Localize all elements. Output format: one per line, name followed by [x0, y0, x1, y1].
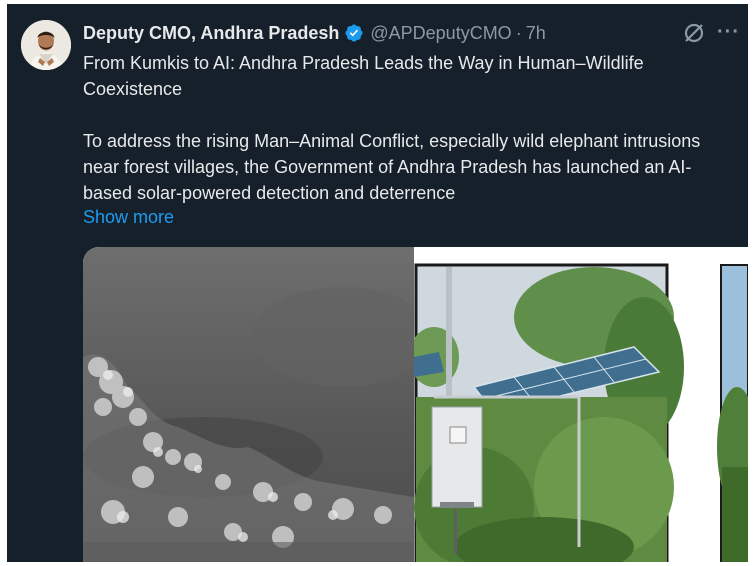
grok-icon[interactable]: [681, 20, 707, 46]
post-timestamp[interactable]: 7h: [526, 23, 546, 44]
media-image-thermal[interactable]: [83, 247, 433, 562]
author-handle[interactable]: @APDeputyCMO: [370, 23, 511, 44]
verified-badge-icon[interactable]: [344, 23, 364, 43]
post-title-line: From Kumkis to AI: Andhra Pradesh Leads …: [83, 53, 644, 99]
media-image-solar-unit[interactable]: [409, 247, 717, 562]
more-options-icon[interactable]: ···: [717, 22, 740, 42]
author-name[interactable]: Deputy CMO, Andhra Pradesh: [83, 23, 339, 44]
separator-dot: ·: [515, 22, 522, 43]
post-card[interactable]: Deputy CMO, Andhra Pradesh @APDeputyCMO …: [7, 4, 748, 562]
media-image-partial[interactable]: [717, 247, 748, 562]
media-gallery[interactable]: [83, 247, 748, 562]
show-more-link[interactable]: Show more: [83, 205, 174, 229]
post-body: To address the rising Man–Animal Conflic…: [83, 131, 701, 203]
post-text: From Kumkis to AI: Andhra Pradesh Leads …: [83, 50, 733, 206]
avatar[interactable]: [21, 20, 71, 70]
